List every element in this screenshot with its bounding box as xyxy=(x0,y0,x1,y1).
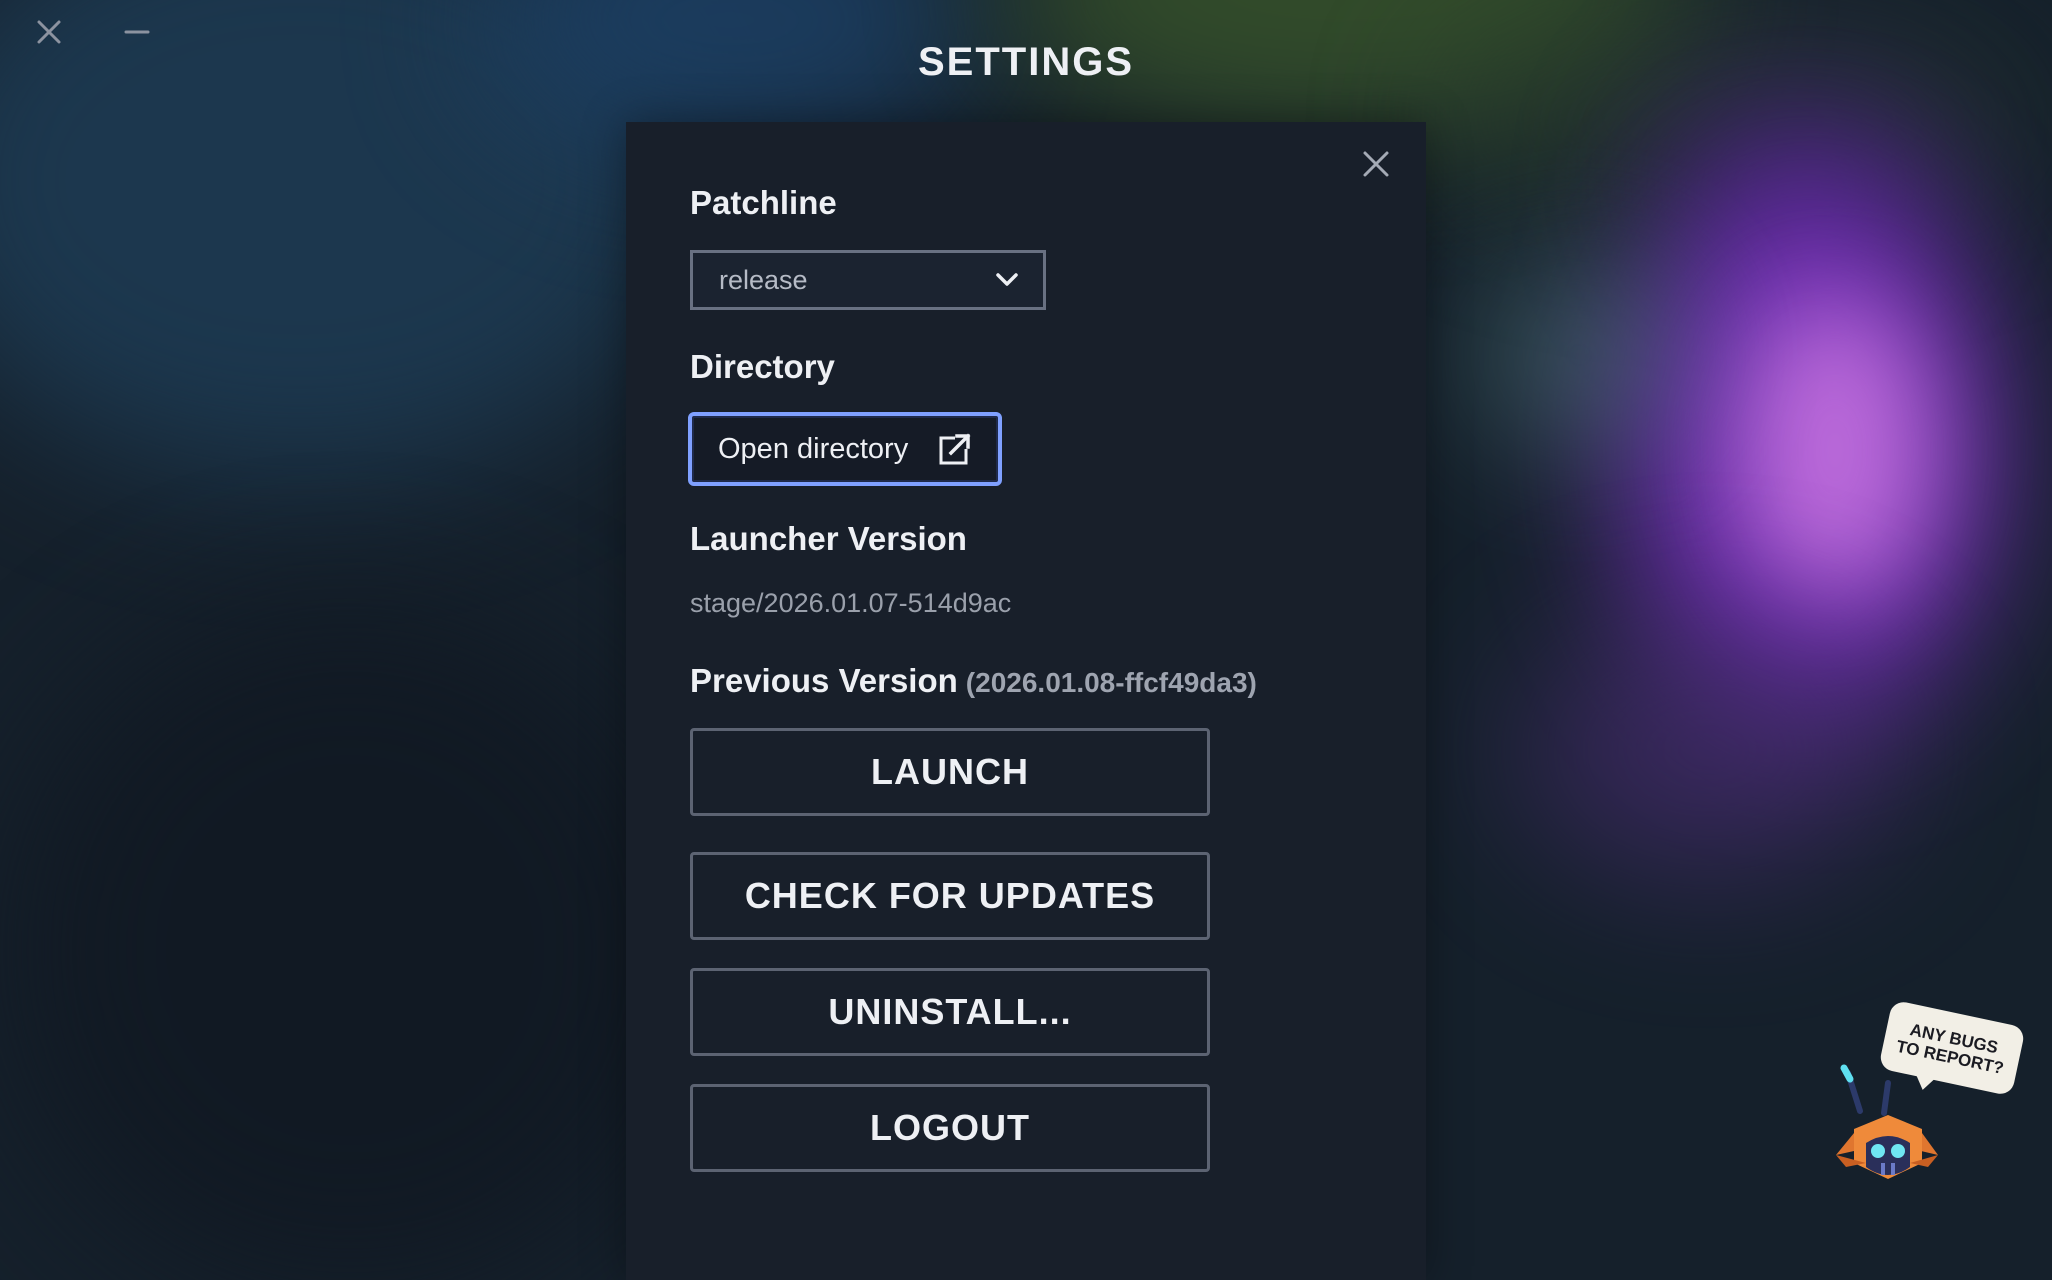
patchline-selected-value: release xyxy=(719,264,808,295)
open-directory-label: Open directory xyxy=(718,432,909,465)
launcher-version-label: Launcher Version xyxy=(690,520,967,557)
uninstall-button[interactable]: UNINSTALL... xyxy=(690,968,1210,1056)
close-icon xyxy=(1363,151,1389,177)
launcher-version-value: stage/2026.01.07-514d9ac xyxy=(690,588,1012,618)
bug-report-button[interactable]: ANY BUGS TO REPORT? xyxy=(1826,999,2026,1195)
panel-close-button[interactable] xyxy=(1356,144,1396,184)
patchline-label: Patchline xyxy=(690,184,837,221)
bug-mascot-icon xyxy=(1836,1064,1938,1179)
page-title: SETTINGS xyxy=(917,40,1135,84)
directory-label: Directory xyxy=(690,348,835,385)
external-link-icon xyxy=(939,433,971,465)
previous-version-title: Previous Version xyxy=(690,662,958,699)
chevron-down-icon xyxy=(996,273,1018,286)
check-for-updates-button[interactable]: CHECK FOR UPDATES xyxy=(690,852,1210,940)
previous-version-value: (2026.01.08-ffcf49da3) xyxy=(965,667,1257,698)
logout-button[interactable]: LOGOUT xyxy=(690,1084,1210,1172)
previous-version-label: Previous Version (2026.01.08-ffcf49da3) xyxy=(690,662,1257,700)
settings-panel: Patchline release Directory Open directo… xyxy=(626,122,1426,1280)
launch-button[interactable]: LAUNCH xyxy=(690,728,1210,816)
patchline-select[interactable]: release xyxy=(690,250,1046,310)
open-directory-button[interactable]: Open directory xyxy=(688,412,1002,486)
